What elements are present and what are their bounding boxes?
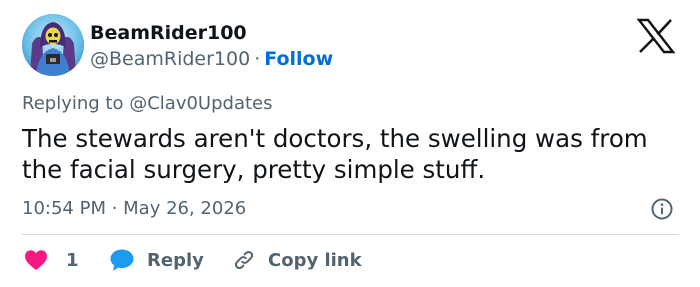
avatar[interactable] <box>22 14 84 76</box>
reply-context: Replying to @Clav0Updates <box>22 93 273 114</box>
reply-label: Reply <box>147 249 204 271</box>
skeletor-avatar-image <box>22 14 84 76</box>
copy-link-button[interactable]: Copy link <box>232 248 362 272</box>
x-logo-icon[interactable] <box>636 18 676 54</box>
reply-to-mention[interactable]: @Clav0Updates <box>129 93 272 114</box>
info-icon[interactable] <box>650 197 674 221</box>
reply-prefix: Replying to <box>22 93 124 114</box>
handle-row: @BeamRider100 · Follow <box>90 48 333 70</box>
link-icon <box>234 250 254 270</box>
reply-button[interactable]: Reply <box>109 248 204 272</box>
display-name[interactable]: BeamRider100 <box>90 22 247 44</box>
copy-link-label: Copy link <box>268 249 362 271</box>
tweet-card: BeamRider100 @BeamRider100 · Follow Replyi… <box>0 0 700 287</box>
like-button[interactable]: 1 <box>24 248 79 272</box>
speech-bubble-icon <box>110 249 134 271</box>
like-count: 1 <box>66 249 79 271</box>
separator-dot: · <box>254 48 261 70</box>
tweet-text: The stewards aren't doctors, the swellin… <box>22 124 648 184</box>
heart-icon <box>25 250 47 270</box>
handle[interactable]: @BeamRider100 <box>90 48 250 70</box>
follow-button[interactable]: Follow <box>264 48 333 70</box>
divider <box>22 234 679 235</box>
timestamp[interactable]: 10:54 PM · May 26, 2026 <box>22 198 246 219</box>
